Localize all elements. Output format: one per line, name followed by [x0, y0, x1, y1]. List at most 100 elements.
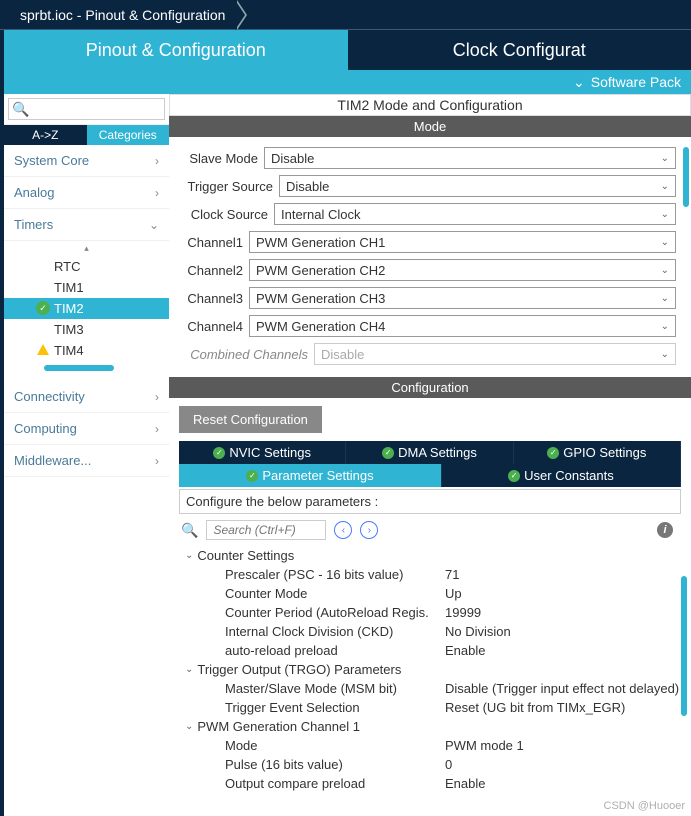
param-value[interactable]: PWM mode 1 [445, 738, 681, 753]
trigger-source-select[interactable]: Disable⌄ [279, 175, 676, 197]
cat-connectivity[interactable]: Connectivity › [4, 381, 169, 413]
param-value[interactable]: Enable [445, 776, 681, 791]
tab-nvic[interactable]: ✓ NVIC Settings [179, 441, 346, 464]
group-pwm1[interactable]: ⌄PWM Generation Channel 1 [179, 717, 681, 736]
combined-channels-label: Combined Channels [184, 347, 314, 362]
select-value: PWM Generation CH2 [256, 263, 385, 278]
chevron-down-icon: ⌄ [661, 237, 669, 248]
select-value: Internal Clock [281, 207, 360, 222]
tree-tim1[interactable]: TIM1 [4, 277, 169, 298]
param-value[interactable]: 71 [445, 567, 681, 582]
channel4-select[interactable]: PWM Generation CH4⌄ [249, 315, 676, 337]
clock-source-label: Clock Source [184, 207, 274, 222]
select-value: Disable [321, 347, 364, 362]
channel1-select[interactable]: PWM Generation CH1 ⌄ [249, 231, 676, 253]
param-search-input[interactable] [206, 520, 326, 540]
breadcrumb-item[interactable]: sprbt.ioc - Pinout & Configuration [10, 0, 235, 30]
check-icon: ✓ [547, 447, 559, 459]
cat-analog[interactable]: Analog › [4, 177, 169, 209]
param-value[interactable]: Up [445, 586, 681, 601]
tab-clock[interactable]: Clock Configurat [348, 30, 691, 70]
tab-label: User Constants [524, 468, 614, 483]
param-label: Counter Period (AutoReload Regis. [225, 605, 445, 620]
select-value: PWM Generation CH1 [256, 235, 385, 250]
prev-button[interactable]: ‹ [334, 521, 352, 539]
tree-rtc[interactable]: RTC [4, 256, 169, 277]
tab-parameter-settings[interactable]: ✓Parameter Settings [179, 464, 442, 487]
channel2-select[interactable]: PWM Generation CH2 ⌄ [249, 259, 676, 281]
chevron-down-icon: ⌄ [661, 265, 669, 276]
param-value[interactable]: Disable (Trigger input effect not delaye… [445, 681, 681, 696]
chevron-right-icon: › [155, 154, 159, 168]
param-value[interactable]: 19999 [445, 605, 681, 620]
param-label: Mode [225, 738, 445, 753]
group-counter[interactable]: ⌄ Counter Settings [179, 546, 681, 565]
tree-tim3[interactable]: TIM3 [4, 319, 169, 340]
sidebar: 🔍 A->Z Categories System Core › Analog ›… [4, 94, 169, 814]
cat-middleware[interactable]: Middleware... › [4, 445, 169, 477]
tree-tim2[interactable]: ✓TIM2 [4, 298, 169, 319]
chevron-right-icon: › [155, 186, 159, 200]
subbar[interactable]: ⌄ Software Pack [4, 70, 691, 94]
vertical-scrollbar[interactable] [681, 576, 687, 716]
tab-az[interactable]: A->Z [4, 125, 87, 145]
tab-pinout[interactable]: Pinout & Configuration [4, 30, 348, 70]
param-label: Prescaler (PSC - 16 bits value) [225, 567, 445, 582]
timers-tree: ▴ RTC TIM1 ✓TIM2 TIM3 TIM4 [4, 241, 169, 381]
cat-system-core[interactable]: System Core › [4, 145, 169, 177]
next-button[interactable]: › [360, 521, 378, 539]
check-icon: ✓ [246, 470, 258, 482]
channel1-label: Channel1 [184, 235, 249, 250]
tree-tim4[interactable]: TIM4 [4, 340, 169, 361]
software-packs-label: Software Pack [591, 74, 681, 90]
chevron-down-icon: ⌄ [185, 664, 193, 675]
chevron-down-icon: ⌄ [661, 349, 669, 360]
check-icon: ✓ [213, 447, 225, 459]
cat-timers[interactable]: Timers ⌄ [4, 209, 169, 241]
channel3-select[interactable]: PWM Generation CH3⌄ [249, 287, 676, 309]
param-value[interactable]: Enable [445, 643, 681, 658]
param-label: Master/Slave Mode (MSM bit) [225, 681, 445, 696]
chevron-down-icon: ⌄ [661, 181, 669, 192]
sidebar-search-input[interactable] [8, 98, 165, 120]
tab-label: DMA Settings [398, 445, 477, 460]
trigger-source-label: Trigger Source [184, 179, 279, 194]
config-header: Configuration [169, 377, 691, 398]
param-label: Trigger Event Selection [225, 700, 445, 715]
tab-dma[interactable]: ✓DMA Settings [346, 441, 513, 464]
chevron-down-icon: ⌄ [149, 218, 159, 232]
chevron-down-icon: ⌄ [661, 209, 669, 220]
info-icon[interactable]: i [657, 522, 673, 538]
param-value[interactable]: No Division [445, 624, 681, 639]
slave-mode-select[interactable]: Disable⌄ [264, 147, 676, 169]
param-value[interactable]: Reset (UG bit from TIMx_EGR) [445, 700, 681, 715]
tab-label: GPIO Settings [563, 445, 646, 460]
chevron-down-icon: ⌄ [185, 550, 193, 561]
tab-label: NVIC Settings [229, 445, 311, 460]
group-trgo[interactable]: ⌄Trigger Output (TRGO) Parameters [179, 660, 681, 679]
horizontal-scrollbar[interactable] [44, 365, 114, 371]
cat-computing[interactable]: Computing › [4, 413, 169, 445]
tab-categories[interactable]: Categories [87, 125, 170, 145]
chevron-down-icon: ⌄ [573, 74, 585, 91]
cat-label: Middleware... [14, 453, 91, 468]
scroll-up-icon[interactable]: ▴ [4, 241, 169, 256]
param-header: Configure the below parameters : [179, 489, 681, 514]
param-label: Pulse (16 bits value) [225, 757, 445, 772]
param-label: auto-reload preload [225, 643, 445, 658]
reset-configuration-button[interactable]: Reset Configuration [179, 406, 322, 433]
search-icon: 🔍 [181, 522, 198, 539]
vertical-scrollbar[interactable] [683, 147, 689, 207]
group-label: Counter Settings [197, 548, 294, 563]
clock-source-select[interactable]: Internal Clock ⌄ [274, 203, 676, 225]
param-tree: ⌄ Counter Settings Prescaler (PSC - 16 bi… [179, 546, 681, 793]
slave-mode-label: Slave Mode [184, 151, 264, 166]
param-value[interactable]: 0 [445, 757, 681, 772]
channel2-label: Channel2 [184, 263, 249, 278]
channel3-label: Channel3 [184, 291, 249, 306]
tab-user-constants[interactable]: ✓User Constants [442, 464, 681, 487]
group-label: PWM Generation Channel 1 [197, 719, 360, 734]
cat-label: Timers [14, 217, 53, 232]
tab-gpio[interactable]: ✓ GPIO Settings [514, 441, 681, 464]
chevron-down-icon: ⌄ [661, 153, 669, 164]
